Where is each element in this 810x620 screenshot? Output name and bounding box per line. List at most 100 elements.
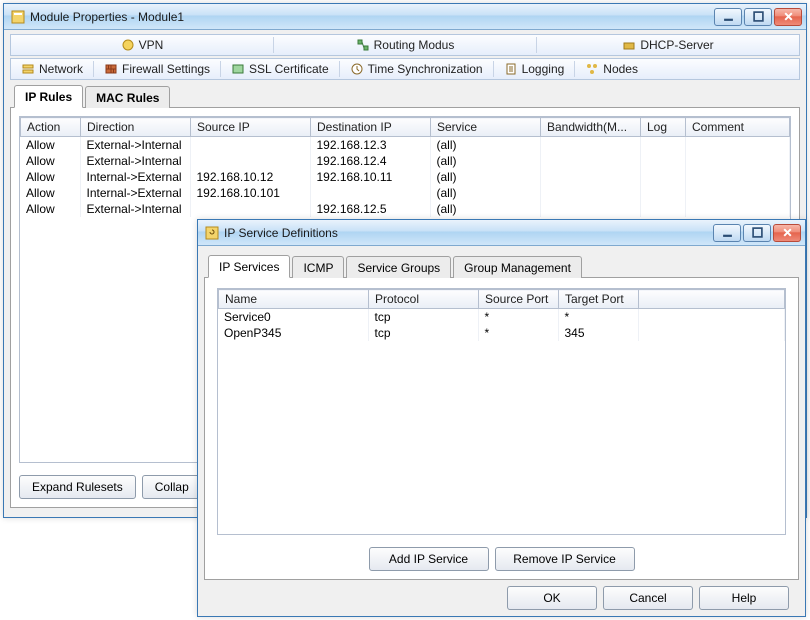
nav-label: VPN xyxy=(139,38,164,52)
nav-label: Firewall Settings xyxy=(122,62,210,76)
tab-firewall[interactable]: Firewall Settings xyxy=(94,59,220,79)
col-dest-ip[interactable]: Destination IP xyxy=(311,118,431,137)
cell-direction: Internal->External xyxy=(80,185,190,201)
cell-service: (all) xyxy=(430,137,540,153)
table-row[interactable]: AllowExternal->Internal192.168.12.3(all) xyxy=(20,137,790,153)
network-icon xyxy=(21,62,35,76)
window-title: IP Service Definitions xyxy=(224,226,713,240)
nav-label: Time Synchronization xyxy=(368,62,483,76)
nav-row-2: Network Firewall Settings SSL Certificat… xyxy=(10,58,800,80)
window-title: Module Properties - Module1 xyxy=(30,10,714,24)
col-source-port[interactable]: Source Port xyxy=(479,290,559,309)
cell-dstip: 192.168.10.11 xyxy=(310,169,430,185)
tab-ip-rules[interactable]: IP Rules xyxy=(14,85,83,108)
expand-rulesets-button[interactable]: Expand Rulesets xyxy=(19,475,136,499)
cell-tgtport: 345 xyxy=(558,325,638,341)
cell-direction: External->Internal xyxy=(80,201,190,217)
cell-action: Allow xyxy=(20,201,80,217)
tab-icmp[interactable]: ICMP xyxy=(292,256,344,278)
col-comment[interactable]: Comment xyxy=(686,118,790,137)
tab-network[interactable]: Network xyxy=(11,59,93,79)
cell-srcip: 192.168.10.12 xyxy=(190,169,310,185)
tab-time[interactable]: Time Synchronization xyxy=(340,59,493,79)
col-action[interactable]: Action xyxy=(21,118,81,137)
tab-vpn[interactable]: VPN xyxy=(11,35,273,55)
tab-logging[interactable]: Logging xyxy=(494,59,575,79)
tab-mac-rules[interactable]: MAC Rules xyxy=(85,86,170,108)
cell-tgtport: * xyxy=(558,309,638,325)
table-row[interactable]: AllowExternal->Internal 192.168.12.4(all) xyxy=(20,153,790,169)
cell-protocol: tcp xyxy=(368,309,478,325)
minimize-button[interactable] xyxy=(713,224,741,242)
ok-button[interactable]: OK xyxy=(507,586,597,610)
table-row[interactable]: Service0tcp** xyxy=(218,309,785,325)
col-target-port[interactable]: Target Port xyxy=(559,290,639,309)
ssl-icon xyxy=(231,62,245,76)
cell-srcip: 192.168.10.101 xyxy=(190,185,310,201)
col-bandwidth[interactable]: Bandwidth(M... xyxy=(541,118,641,137)
dialog-footer: OK Cancel Help xyxy=(204,580,799,614)
maximize-button[interactable] xyxy=(743,224,771,242)
cell-srcport: * xyxy=(478,325,558,341)
cell-dstip: 192.168.12.5 xyxy=(310,201,430,217)
cell-action: Allow xyxy=(20,137,80,153)
nav-label: Nodes xyxy=(603,62,638,76)
nav-label: Logging xyxy=(522,62,565,76)
tab-ip-services[interactable]: IP Services xyxy=(208,255,290,278)
cancel-button[interactable]: Cancel xyxy=(603,586,693,610)
cell-name: Service0 xyxy=(218,309,368,325)
services-table: Name Protocol Source Port Target Port Se… xyxy=(217,288,786,535)
tab-routing[interactable]: Routing Modus xyxy=(274,35,536,55)
subtabs: IP Rules MAC Rules xyxy=(10,82,800,108)
tab-ssl[interactable]: SSL Certificate xyxy=(221,59,339,79)
cell-srcport: * xyxy=(478,309,558,325)
col-log[interactable]: Log xyxy=(641,118,686,137)
nav-label: SSL Certificate xyxy=(249,62,329,76)
tab-nodes[interactable]: Nodes xyxy=(575,59,648,79)
cell-srcip xyxy=(190,153,310,169)
tab-dhcp[interactable]: DHCP-Server xyxy=(537,35,799,55)
table-row[interactable]: AllowExternal->Internal192.168.12.5(all) xyxy=(20,201,790,217)
cell-service: (all) xyxy=(430,153,540,169)
remove-ip-service-button[interactable]: Remove IP Service xyxy=(495,547,635,571)
col-service[interactable]: Service xyxy=(431,118,541,137)
add-ip-service-button[interactable]: Add IP Service xyxy=(369,547,489,571)
cell-action: Allow xyxy=(20,185,80,201)
cell-action: Allow xyxy=(20,153,80,169)
tab-service-groups[interactable]: Service Groups xyxy=(346,256,451,278)
close-button[interactable] xyxy=(774,8,802,26)
ip-services-pane: Name Protocol Source Port Target Port Se… xyxy=(204,278,799,580)
titlebar[interactable]: IP Service Definitions xyxy=(198,220,805,246)
ip-service-definitions-dialog: IP Service Definitions IP Services ICMP … xyxy=(197,219,806,617)
table-row[interactable]: AllowInternal->External192.168.10.12192.… xyxy=(20,169,790,185)
cell-service: (all) xyxy=(430,169,540,185)
vpn-icon xyxy=(121,38,135,52)
col-name[interactable]: Name xyxy=(219,290,369,309)
dialog-tabs: IP Services ICMP Service Groups Group Ma… xyxy=(204,252,799,278)
nav-label: DHCP-Server xyxy=(640,38,713,52)
nav-label: Network xyxy=(39,62,83,76)
table-row[interactable]: AllowInternal->External192.168.10.101(al… xyxy=(20,185,790,201)
close-button[interactable] xyxy=(773,224,801,242)
col-source-ip[interactable]: Source IP xyxy=(191,118,311,137)
help-button[interactable]: Help xyxy=(699,586,789,610)
col-protocol[interactable]: Protocol xyxy=(369,290,479,309)
nav-row-1: VPN Routing Modus DHCP-Server xyxy=(10,34,800,56)
cell-dstip: 192.168.12.4 xyxy=(310,153,430,169)
cell-action: Allow xyxy=(20,169,80,185)
cell-direction: Internal->External xyxy=(80,169,190,185)
nodes-icon xyxy=(585,62,599,76)
cell-srcip xyxy=(190,201,310,217)
cell-dstip xyxy=(310,185,430,201)
cell-direction: External->Internal xyxy=(80,153,190,169)
titlebar[interactable]: Module Properties - Module1 xyxy=(4,4,806,30)
cell-direction: External->Internal xyxy=(80,137,190,153)
col-direction[interactable]: Direction xyxy=(81,118,191,137)
minimize-button[interactable] xyxy=(714,8,742,26)
logging-icon xyxy=(504,62,518,76)
maximize-button[interactable] xyxy=(744,8,772,26)
table-row[interactable]: OpenP345tcp*345 xyxy=(218,325,785,341)
collapse-rulesets-button[interactable]: Collap xyxy=(142,475,202,499)
col-spacer xyxy=(639,290,785,309)
tab-group-management[interactable]: Group Management xyxy=(453,256,582,278)
